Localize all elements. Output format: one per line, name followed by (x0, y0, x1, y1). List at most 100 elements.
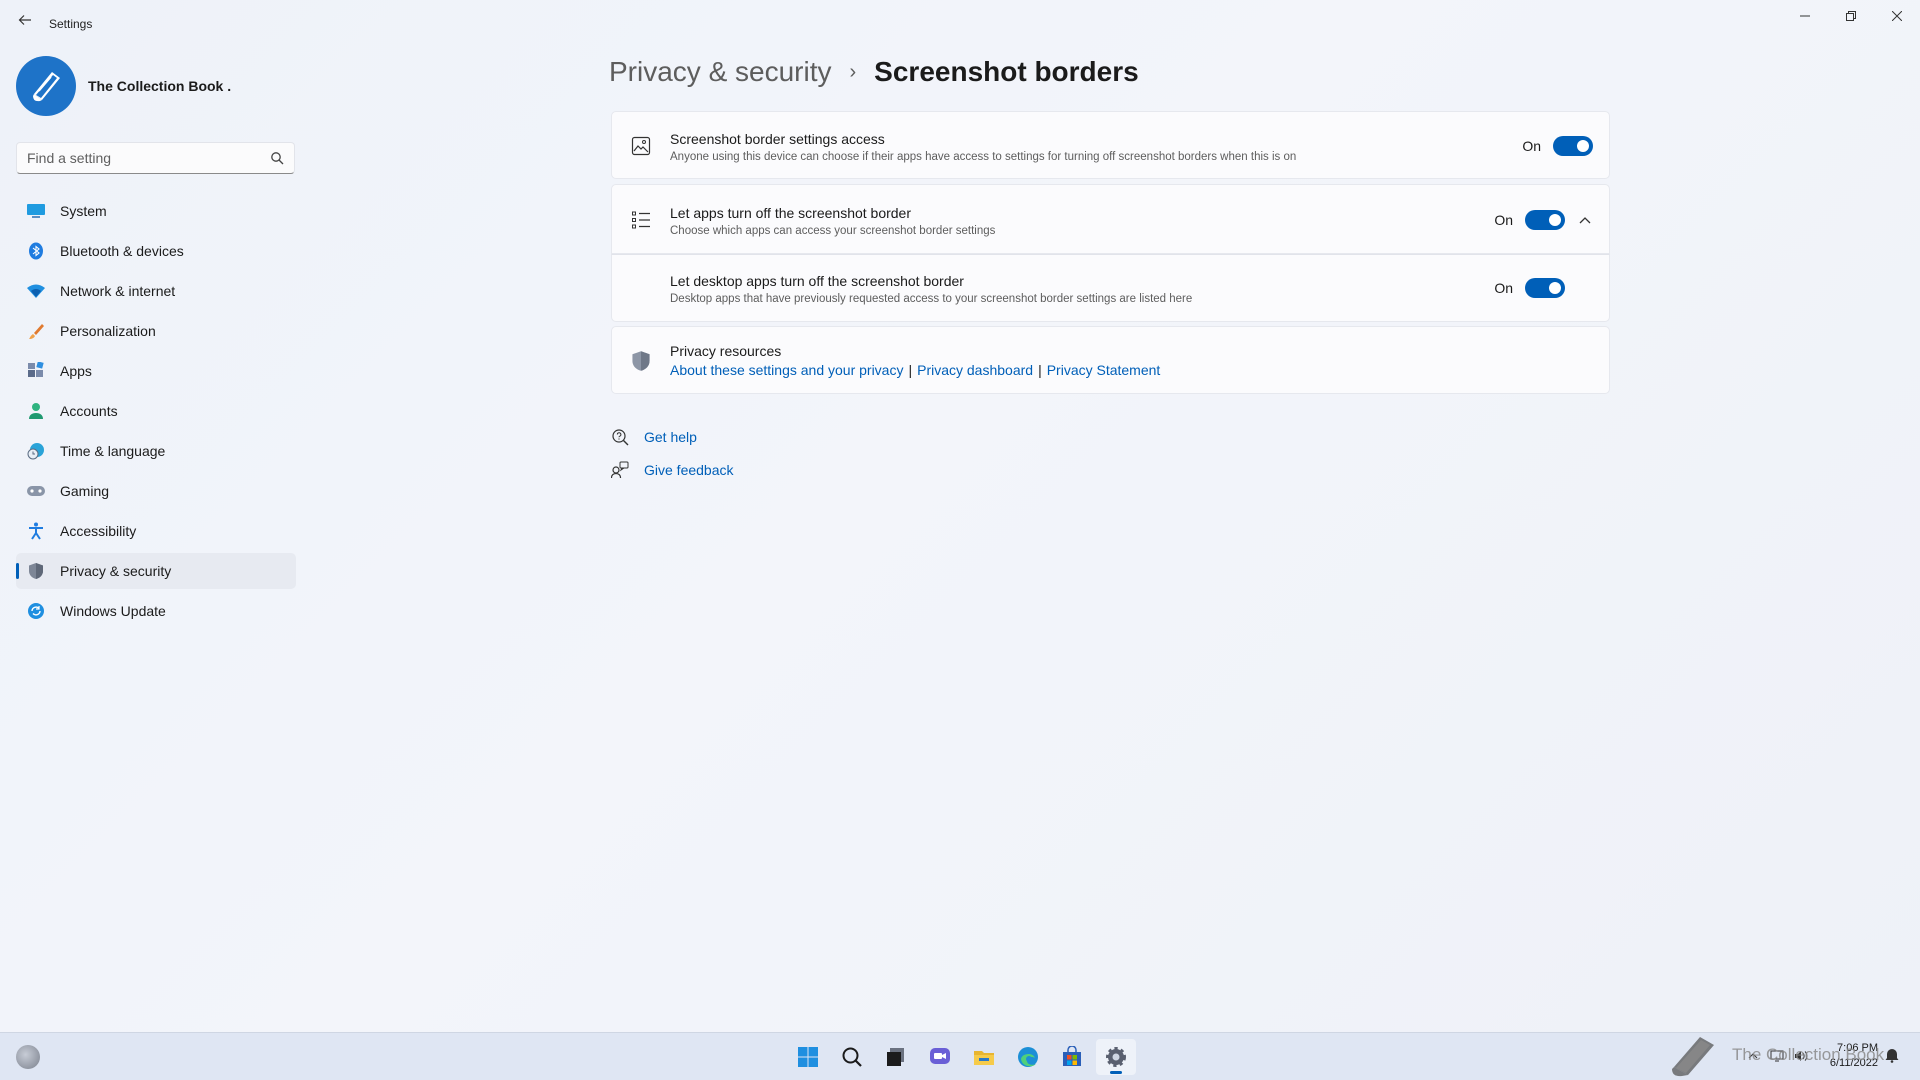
file-explorer-icon[interactable] (964, 1039, 1004, 1075)
restore-icon[interactable] (1828, 4, 1874, 28)
get-help-row[interactable]: Get help (610, 427, 697, 447)
toggle-switch[interactable] (1525, 278, 1565, 298)
taskbar: 7:06 PM 6/11/2022 (0, 1032, 1920, 1080)
sidebar-item-accessibility[interactable]: Accessibility (16, 513, 296, 549)
toggle-apps[interactable]: On (1494, 210, 1565, 230)
wifi-icon (26, 281, 46, 301)
chevron-up-icon[interactable] (1577, 212, 1593, 228)
search-box[interactable] (16, 142, 295, 174)
sidebar-nav: System Bluetooth & devices Network & int… (16, 193, 296, 633)
sidebar-item-network[interactable]: Network & internet (16, 273, 296, 309)
breadcrumb: Privacy & security › Screenshot borders (609, 56, 1139, 88)
taskbar-apps (788, 1039, 1140, 1075)
sidebar-item-bluetooth[interactable]: Bluetooth & devices (16, 233, 296, 269)
sidebar-item-accounts[interactable]: Accounts (16, 393, 296, 429)
toggle-desktop-apps[interactable]: On (1494, 278, 1565, 298)
search-input[interactable] (17, 143, 257, 173)
shield-icon (26, 561, 46, 581)
accessibility-icon (26, 521, 46, 541)
sidebar-item-time-language[interactable]: Time & language (16, 433, 296, 469)
watermark: The Collection Book (1666, 1031, 1884, 1079)
bluetooth-icon (26, 241, 46, 261)
sidebar-item-apps[interactable]: Apps (16, 353, 296, 389)
link-separator: | (1038, 362, 1042, 378)
apps-icon (26, 361, 46, 381)
privacy-resources-title: Privacy resources (670, 343, 782, 359)
toggle-state-label: On (1494, 212, 1513, 228)
privacy-resources-card: Privacy resources About these settings a… (611, 326, 1610, 394)
person-icon (26, 401, 46, 421)
update-icon (26, 601, 46, 621)
sidebar-item-label: Bluetooth & devices (60, 243, 184, 259)
about-privacy-link[interactable]: About these settings and your privacy (670, 362, 903, 378)
user-profile[interactable]: The Collection Book . (16, 56, 231, 116)
image-border-icon (630, 135, 652, 157)
setting-description: Anyone using this device can choose if t… (670, 151, 1297, 163)
setting-title: Screenshot border settings access (670, 131, 885, 147)
task-view-icon[interactable] (876, 1039, 916, 1075)
sidebar-item-label: Network & internet (60, 283, 176, 299)
toggle-border-access[interactable]: On (1522, 136, 1593, 156)
sidebar-item-personalization[interactable]: Personalization (16, 313, 296, 349)
setting-description: Desktop apps that have previously reques… (670, 293, 1193, 305)
sidebar-item-label: Apps (60, 363, 92, 379)
sidebar-item-label: Time & language (60, 443, 166, 459)
setting-title: Let apps turn off the screenshot border (670, 205, 912, 221)
gamepad-icon (26, 481, 46, 501)
link-separator: | (908, 362, 913, 378)
close-icon[interactable] (1874, 4, 1920, 28)
breadcrumb-parent-link[interactable]: Privacy & security (609, 56, 832, 88)
privacy-links: About these settings and your privacy | … (670, 362, 1160, 378)
avatar (16, 56, 76, 116)
minimize-icon[interactable] (1782, 4, 1828, 28)
give-feedback-row[interactable]: Give feedback (610, 460, 734, 480)
sidebar-item-label: Windows Update (60, 603, 166, 619)
start-icon[interactable] (788, 1039, 828, 1075)
sidebar-item-gaming[interactable]: Gaming (16, 473, 296, 509)
setting-card-apps[interactable]: Let apps turn off the screenshot border … (611, 184, 1610, 254)
sidebar-item-privacy-security[interactable]: Privacy & security (16, 553, 296, 589)
privacy-dashboard-link[interactable]: Privacy dashboard (917, 362, 1033, 378)
book-watermark-icon (1672, 1037, 1714, 1077)
system-icon (26, 201, 46, 221)
sidebar-item-label: Accessibility (60, 523, 137, 539)
book-logo-icon (33, 72, 60, 102)
shield-icon (630, 350, 652, 372)
search-icon[interactable] (270, 151, 284, 165)
search-icon[interactable] (832, 1039, 872, 1075)
setting-description: Choose which apps can access your screen… (670, 225, 996, 237)
toggle-switch[interactable] (1553, 136, 1593, 156)
toggle-switch[interactable] (1525, 210, 1565, 230)
globe-clock-icon (26, 441, 46, 461)
sidebar-item-windows-update[interactable]: Windows Update (16, 593, 296, 629)
watermark-text: The Collection Book (1732, 1045, 1885, 1064)
get-help-link[interactable]: Get help (644, 429, 697, 445)
setting-card-border-access: Screenshot border settings access Anyone… (611, 111, 1610, 179)
app-title: Settings (49, 17, 93, 31)
sidebar-item-label: System (60, 203, 107, 219)
title-bar: Settings (0, 0, 1920, 48)
widgets-icon[interactable] (16, 1045, 40, 1069)
list-icon (630, 209, 652, 231)
profile-name: The Collection Book . (88, 78, 232, 94)
give-feedback-link[interactable]: Give feedback (644, 462, 734, 478)
notification-icon[interactable] (1884, 1047, 1904, 1067)
setting-card-desktop-apps: Let desktop apps turn off the screenshot… (611, 254, 1610, 322)
store-icon[interactable] (1052, 1039, 1092, 1075)
settings-icon[interactable] (1096, 1039, 1136, 1075)
sidebar-item-label: Privacy & security (60, 563, 172, 579)
chat-icon[interactable] (920, 1039, 960, 1075)
feedback-icon (610, 460, 630, 480)
sidebar-item-label: Personalization (60, 323, 156, 339)
toggle-state-label: On (1522, 138, 1541, 154)
back-arrow-icon[interactable] (14, 12, 36, 34)
page-title: Screenshot borders (874, 56, 1139, 87)
edge-icon[interactable] (1008, 1039, 1048, 1075)
setting-title: Let desktop apps turn off the screenshot… (670, 273, 964, 289)
help-icon (610, 427, 630, 447)
sidebar-item-label: Gaming (60, 483, 110, 499)
sidebar-item-label: Accounts (60, 403, 118, 419)
brush-icon (26, 321, 46, 341)
sidebar-item-system[interactable]: System (16, 193, 296, 229)
privacy-statement-link[interactable]: Privacy Statement (1047, 362, 1161, 378)
